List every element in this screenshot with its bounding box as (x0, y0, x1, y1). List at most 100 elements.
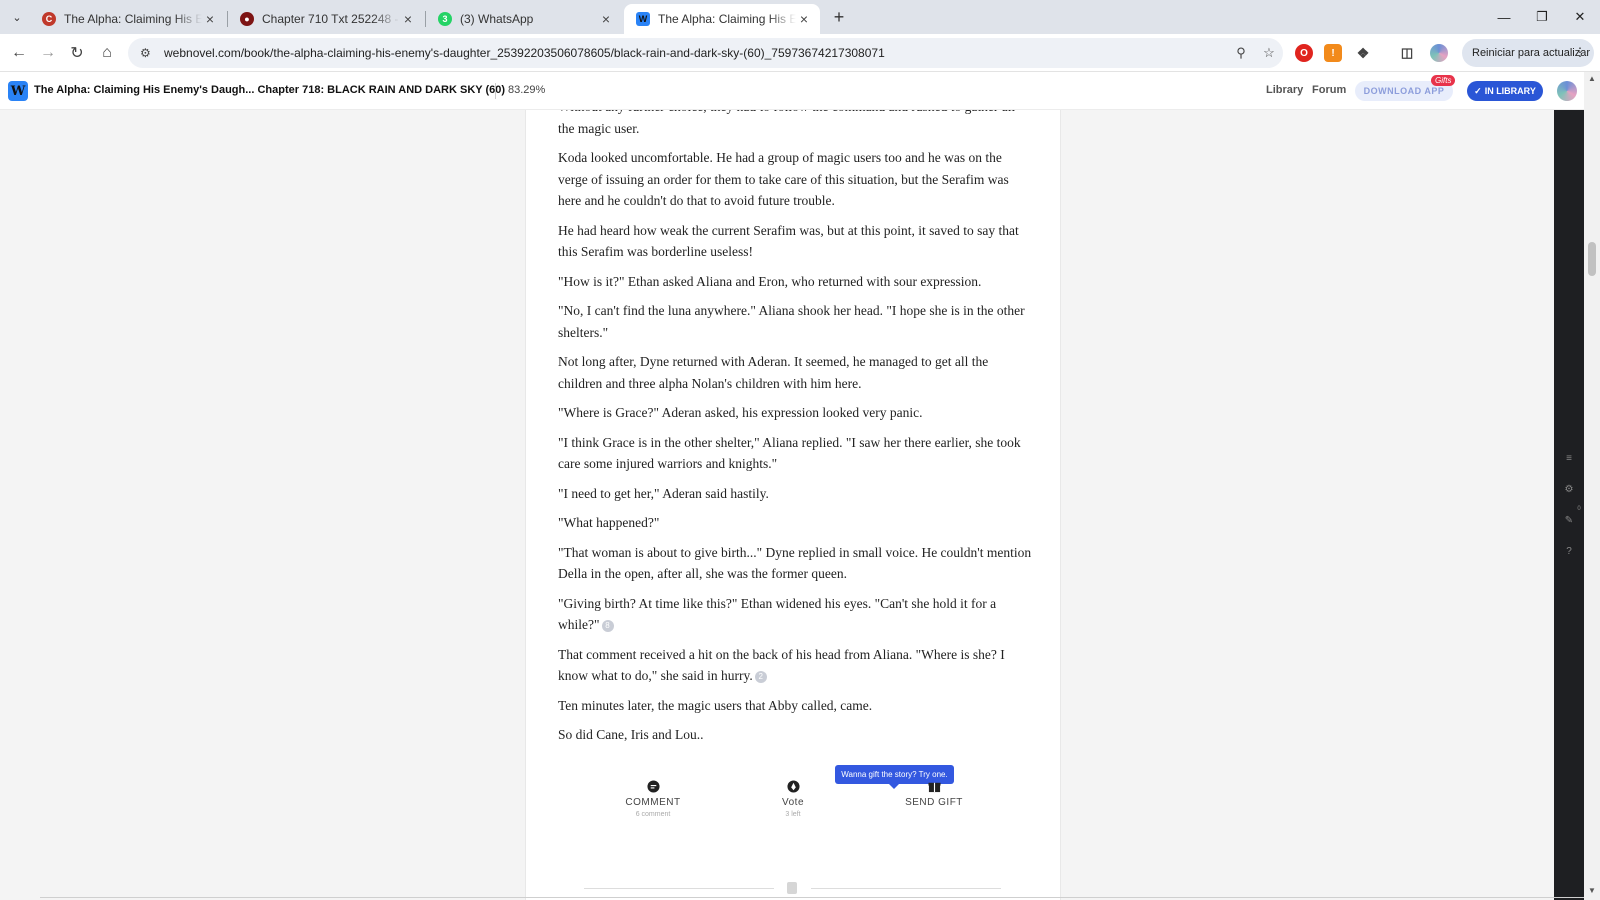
page-scrollbar[interactable]: ▲ ▼ (1584, 72, 1600, 900)
comment-icon (646, 780, 660, 793)
reading-progress: 83.29% (508, 84, 546, 96)
send-gift-button[interactable]: SEND GIFT (889, 780, 979, 808)
tab-search-button[interactable]: ⌄ (6, 6, 28, 28)
chapter-paragraph: Ten minutes later, the magic users that … (558, 695, 1032, 717)
paragraph-text: That comment received a hit on the back … (558, 646, 1005, 684)
check-icon: ✓ (1474, 85, 1482, 96)
paragraph-text: Not long after, Dyne returned with Adera… (558, 354, 989, 391)
forum-link[interactable]: Forum (1312, 84, 1346, 96)
gift-icon (927, 782, 941, 793)
url-text[interactable]: webnovel.com/book/the-alpha-claiming-his… (164, 46, 1227, 60)
paragraph-comment-badge[interactable]: 2 (754, 670, 767, 683)
scroll-up-arrow[interactable]: ▲ (1588, 74, 1596, 83)
minimize-button[interactable]: — (1485, 0, 1523, 34)
close-window-button[interactable]: ✕ (1561, 0, 1599, 34)
paragraph-text: "How is it?" Ethan asked Aliana and Eron… (558, 273, 982, 289)
chapter-text: Without any further choice, they had to … (558, 110, 1032, 754)
browser-toolbar: ← → ↻ ⌂ ⚙ webnovel.com/book/the-alpha-cl… (0, 34, 1600, 72)
chapter-paragraph: "That woman is about to give birth..." D… (558, 542, 1032, 585)
zoom-icon[interactable]: ⚲ (1227, 45, 1255, 61)
whatsapp-icon: 3 (438, 12, 452, 26)
update-label: Reiniciar para actualizar (1472, 47, 1590, 59)
site-info-icon[interactable]: ⚙ (140, 46, 154, 60)
new-tab-button[interactable]: + (828, 6, 850, 28)
browser-tab[interactable]: C The Alpha: Claiming His Enemy's Daught… (30, 4, 226, 34)
chapter-paragraph: "No, I can't find the luna anywhere." Al… (558, 300, 1032, 343)
help-icon[interactable]: ? (1563, 545, 1575, 557)
user-avatar[interactable] (1557, 81, 1577, 101)
in-library-button[interactable]: ✓ IN LIBRARY (1467, 81, 1543, 101)
close-tab-icon[interactable]: × (598, 11, 614, 27)
paragraph-text: He had heard how weak the current Serafi… (558, 222, 1019, 260)
reload-button[interactable]: ↻ (66, 42, 88, 64)
paragraph-comment-icon[interactable]: ✎ (1563, 514, 1575, 526)
chapter-paragraph: Koda looked uncomfortable. He had a grou… (558, 147, 1032, 212)
close-tab-icon[interactable]: × (400, 11, 416, 27)
close-tab-icon[interactable]: × (202, 11, 218, 27)
chapter-paragraph: "How is it?" Ethan asked Aliana and Eron… (558, 271, 1032, 293)
paragraph-text: "Where is Grace?" Aderan asked, his expr… (558, 405, 923, 420)
book-chapter-title[interactable]: The Alpha: Claiming His Enemy's Daugh...… (34, 84, 505, 96)
chapter-paragraph: Not long after, Dyne returned with Adera… (558, 351, 1032, 394)
update-browser-button[interactable]: Reiniciar para actualizar ⋮ (1462, 39, 1594, 67)
scroll-thumb[interactable] (1588, 242, 1596, 276)
paragraph-text: "I think Grace is in the other shelter,"… (558, 434, 1021, 472)
adblock-extension-icon[interactable]: O (1295, 44, 1313, 62)
book-title[interactable]: The Alpha: Claiming His Enemy's Daugh... (34, 84, 254, 96)
scroll-down-arrow[interactable]: ▼ (1588, 886, 1596, 895)
close-tab-icon[interactable]: × (796, 11, 812, 27)
votes-left: 3 left (785, 811, 801, 818)
divider-right (811, 888, 1001, 889)
reader-tool-rail: ≡ ⚙ ✎ 0 ? (1554, 110, 1584, 900)
chapter-paragraph: "I need to get her," Aderan said hastily… (558, 483, 1032, 505)
comment-button[interactable]: COMMENT 6 comment (608, 780, 698, 818)
tab-title: The Alpha: Claiming His Enemy's Daughter (64, 12, 202, 26)
chapter-paragraph: "What happened?" (558, 512, 1032, 534)
chapter-paragraph: That comment received a hit on the back … (558, 644, 1032, 687)
chapter-title: Chapter 718: BLACK RAIN AND DARK SKY (60… (257, 84, 506, 96)
table-of-contents-icon[interactable]: ≡ (1563, 452, 1575, 464)
profile-avatar[interactable] (1430, 44, 1448, 62)
comment-count: 6 comment (635, 811, 671, 818)
vote-label: Vote (781, 797, 805, 808)
paragraph-text: "No, I can't find the luna anywhere." Al… (558, 303, 1025, 340)
paragraph-comment-badge[interactable]: 8 (601, 619, 614, 632)
tab-title: Chapter 710 Txt 252248 - PDF Viewer (262, 12, 400, 26)
chevron-down-icon: ⌄ (12, 11, 22, 24)
home-button[interactable]: ⌂ (96, 42, 118, 64)
send-gift-label: SEND GIFT (905, 797, 963, 808)
gifts-badge: Gifts (1431, 75, 1456, 86)
warning-extension-icon[interactable]: ! (1324, 44, 1342, 62)
tab-title: (3) WhatsApp (460, 12, 534, 26)
vote-button[interactable]: Vote 3 left (748, 780, 838, 818)
chapter-end-icon (787, 882, 797, 894)
chapter-paragraph: Without any further choice, they had to … (558, 110, 1032, 139)
chapter-paragraph: So did Cane, Iris and Lou.. (558, 724, 1032, 746)
browser-tab[interactable]: 3 (3) WhatsApp × (426, 4, 622, 34)
extensions-puzzle-icon[interactable]: ❖ (1354, 44, 1372, 62)
chapter-paragraph: "Where is Grace?" Aderan asked, his expr… (558, 402, 1032, 424)
chapter-paragraph: He had heard how weak the current Serafi… (558, 220, 1032, 263)
bookmark-star-icon[interactable]: ☆ (1255, 45, 1283, 61)
back-button[interactable]: ← (8, 42, 30, 64)
restore-button[interactable]: ❐ (1523, 0, 1561, 34)
library-link[interactable]: Library (1266, 84, 1303, 96)
browser-tab-active[interactable]: W The Alpha: Claiming His Enemy's Daught… (624, 4, 820, 34)
settings-icon[interactable]: ⚙ (1563, 483, 1575, 495)
in-library-label: IN LIBRARY (1484, 86, 1536, 96)
paragraph-text: "I need to get her," Aderan said hastily… (558, 485, 769, 501)
divider-left (584, 888, 774, 889)
more-menu-icon[interactable]: ⋮ (1574, 45, 1586, 59)
paragraph-text: "What happened?" (558, 515, 660, 530)
forward-button[interactable]: → (37, 42, 59, 64)
header-divider (495, 83, 496, 99)
pdf-icon: ● (240, 12, 254, 26)
tab-title: The Alpha: Claiming His Enemy's Daughter (658, 12, 796, 26)
browser-tab[interactable]: ● Chapter 710 Txt 252248 - PDF Viewer × (228, 4, 424, 34)
webnovel-logo[interactable]: W (8, 81, 28, 101)
chapter-content: Without any further choice, they had to … (525, 110, 1061, 900)
chapter-paragraph: "Giving birth? At time like this?" Ethan… (558, 593, 1032, 636)
side-panel-icon[interactable]: ◫ (1398, 44, 1416, 62)
address-bar[interactable]: ⚙ webnovel.com/book/the-alpha-claiming-h… (128, 38, 1283, 68)
paragraph-text: So did Cane, Iris and Lou.. (558, 727, 704, 742)
